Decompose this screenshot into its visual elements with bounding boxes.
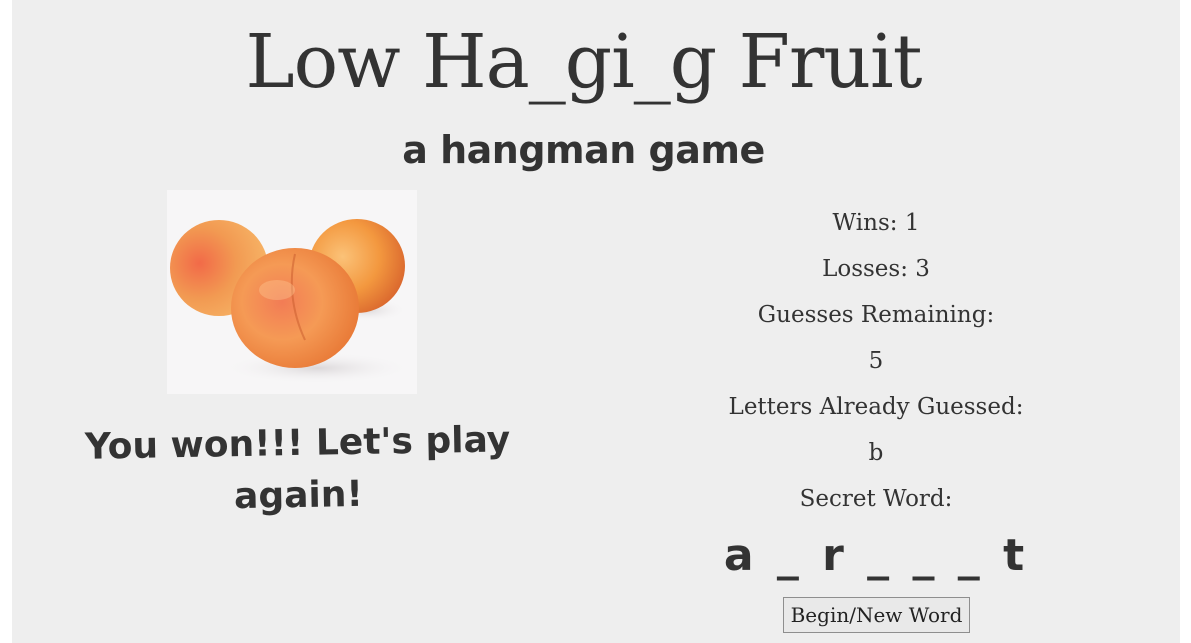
letters-guessed-value: b [868, 440, 884, 466]
game-result-message: You won!!! Let's play again! [84, 419, 511, 518]
game-stats: Wins: 1 Losses: 3 Guesses Remaining: 5 L… [676, 200, 1076, 522]
secret-word: a _ r _ _ _ t [723, 530, 1029, 581]
letters-guessed-label: Letters Already Guessed: [728, 394, 1024, 420]
secret-word-label: Secret Word: [799, 486, 953, 512]
new-word-button[interactable]: Begin/New Word [783, 597, 970, 633]
guesses-remaining-value: 5 [868, 348, 884, 374]
losses-count: Losses: 3 [822, 256, 930, 282]
apricots-illustration [170, 219, 412, 384]
apricots-image [167, 190, 417, 394]
wins-count: Wins: 1 [832, 210, 920, 236]
page-subtitle: a hangman game [402, 128, 765, 172]
page-title: Low Ha_gi_g Fruit [245, 19, 923, 105]
guesses-remaining-label: Guesses Remaining: [757, 302, 995, 328]
